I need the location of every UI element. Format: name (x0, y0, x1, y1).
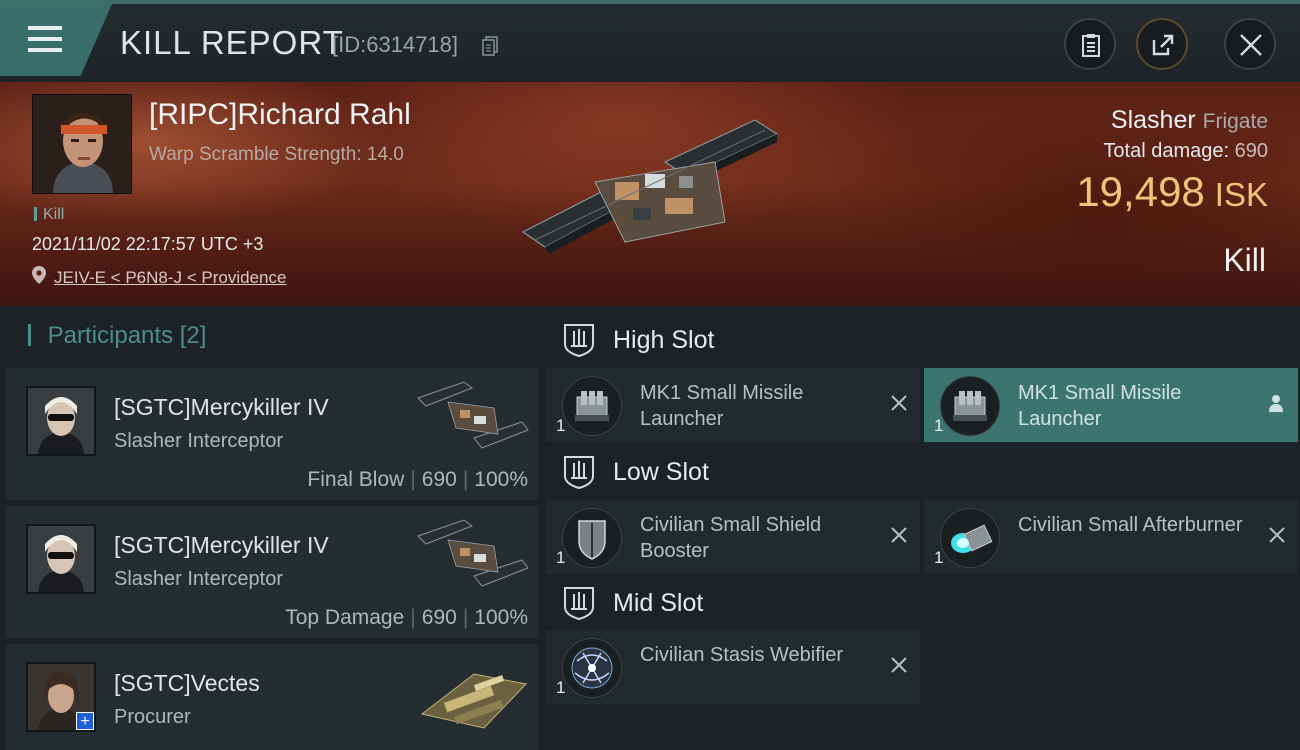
total-damage-value: 690 (1234, 140, 1268, 162)
shield-booster-icon (562, 508, 622, 568)
participants-title: Participants (47, 322, 174, 349)
close-button[interactable] (1224, 18, 1276, 70)
high-slot-label: High Slot (613, 326, 715, 354)
module-quantity: 1 (934, 416, 944, 435)
stasis-webifier-icon (562, 638, 622, 698)
module-card[interactable]: 1 Civilian Stasis Webifier (546, 630, 920, 704)
participant-ship-image (417, 519, 529, 587)
menu-button[interactable] (0, 4, 112, 76)
mid-slot-label: Mid Slot (613, 589, 704, 617)
participant-stats: Top Damage | 690 | 100% (285, 606, 528, 629)
total-damage: Total damage: 690 (1103, 140, 1268, 163)
participants-header: Participants [2] (28, 322, 207, 350)
victim-ship-name: Slasher (1110, 106, 1196, 134)
victim-name: [RIPC]Richard Rahl (149, 98, 411, 131)
copy-icon[interactable] (482, 36, 498, 56)
clipboard-button[interactable] (1064, 18, 1116, 70)
participant-card[interactable]: [SGTC]Mercykiller IV Slasher Interceptor… (6, 368, 538, 500)
low-slot-label: Low Slot (613, 458, 709, 486)
module-name: MK1 Small Missile Launcher (640, 382, 804, 430)
isk-amount: 19,498 (1076, 168, 1205, 215)
high-slot-icon (564, 324, 594, 358)
victim-banner: [RIPC]Richard Rahl Warp Scramble Strengt… (0, 82, 1300, 306)
afterburner-icon (940, 508, 1000, 568)
high-slot-header: High Slot (548, 320, 1298, 360)
user-icon (1269, 395, 1283, 412)
participant-damage: 690 (421, 468, 457, 491)
location-pin-icon (32, 266, 46, 284)
close-icon[interactable] (890, 656, 908, 674)
participant-ship: Slasher Interceptor (114, 568, 283, 590)
mid-slot-icon (564, 587, 594, 621)
module-quantity: 1 (556, 548, 566, 567)
missile-launcher-icon (562, 376, 622, 436)
participant-name: [SGTC]Vectes (114, 670, 260, 696)
participant-ship: Procurer (114, 706, 191, 728)
participant-name: [SGTC]Mercykiller IV (114, 394, 329, 420)
participant-role: Final Blow (307, 468, 405, 491)
participant-percent: 100% (474, 468, 528, 491)
module-card[interactable]: 1 Civilian Small Shield Booster (546, 500, 920, 574)
participant-percent: 100% (474, 606, 528, 629)
participant-avatar: + (26, 662, 96, 732)
victim-ship-class: Frigate (1202, 110, 1268, 133)
close-icon[interactable] (890, 526, 908, 544)
module-name: MK1 Small Missile Launcher (1018, 382, 1182, 430)
victim-avatar-image (33, 95, 131, 193)
participant-ship: Slasher Interceptor (114, 430, 283, 452)
low-slot-icon (564, 456, 594, 490)
module-name: Civilian Small Shield Booster (640, 514, 822, 562)
plus-badge-icon: + (76, 712, 94, 730)
victim-portrait[interactable] (32, 94, 132, 194)
close-icon (1240, 34, 1262, 56)
participants-count: [2] (179, 322, 207, 349)
isk-value: 19,498 ISK (1076, 168, 1268, 216)
participant-ship-image (420, 673, 527, 729)
close-icon[interactable] (890, 394, 908, 412)
kill-type: Kill (1223, 242, 1266, 278)
module-card[interactable]: 1 MK1 Small Missile Launcher (546, 368, 920, 442)
close-icon[interactable] (1268, 526, 1286, 544)
share-button[interactable] (1136, 18, 1188, 70)
mid-slot-header: Mid Slot (548, 583, 1298, 623)
share-icon (1152, 34, 1174, 56)
module-name: Civilian Small Afterburner (1018, 514, 1243, 536)
participant-name: [SGTC]Mercykiller IV (114, 532, 329, 558)
module-card[interactable]: 1 Civilian Small Afterburner (924, 500, 1298, 574)
warp-scramble-strength: Warp Scramble Strength: 14.0 (149, 144, 404, 165)
victim-ship: Slasher Frigate (1111, 106, 1268, 135)
participant-card[interactable]: + [SGTC]Vectes Procurer (6, 644, 538, 750)
kill-datetime: 2021/11/02 22:17:57 UTC +3 (32, 234, 264, 254)
missile-launcher-icon (940, 376, 1000, 436)
module-quantity: 1 (934, 548, 944, 567)
top-accent-line (0, 0, 1300, 4)
kill-tag: Kill (34, 206, 64, 224)
module-quantity: 1 (556, 678, 566, 697)
victim-ship-image[interactable] (515, 112, 790, 272)
low-slot-header: Low Slot (548, 452, 1298, 492)
participant-stats: Final Blow | 690 | 100% (307, 468, 528, 491)
participant-card[interactable]: [SGTC]Mercykiller IV Slasher Interceptor… (6, 506, 538, 638)
top-bar: KILL REPORT [ID:6314718] (0, 0, 1300, 82)
participant-damage: 690 (421, 606, 457, 629)
module-card-selected[interactable]: 1 MK1 Small Missile Launcher (924, 368, 1298, 442)
location-link[interactable]: JEIV-E < P6N8-J < Providence (54, 268, 286, 288)
participant-avatar (26, 386, 96, 456)
participant-avatar (26, 524, 96, 594)
total-damage-label: Total damage: (1103, 140, 1230, 162)
isk-unit: ISK (1214, 176, 1268, 213)
participant-ship-image (417, 381, 529, 449)
participant-role: Top Damage (285, 606, 405, 629)
module-quantity: 1 (556, 416, 566, 435)
report-id: [ID:6314718] (332, 32, 458, 57)
module-name: Civilian Stasis Webifier (640, 644, 844, 666)
page-title: KILL REPORT (120, 24, 344, 61)
clipboard-icon (1082, 34, 1100, 57)
